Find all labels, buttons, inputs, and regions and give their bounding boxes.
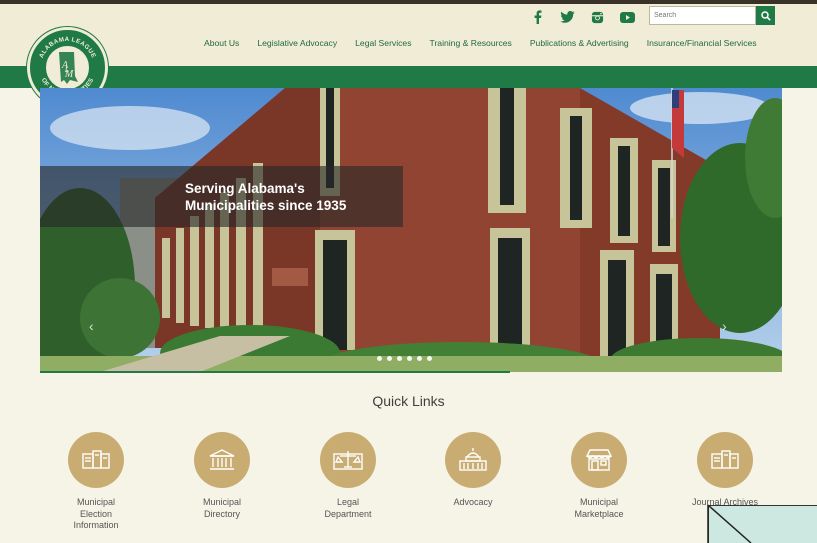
site-header: About Us Legislative Advocacy Legal Serv…	[0, 0, 817, 66]
slider-dots	[377, 356, 432, 361]
slider-dot[interactable]	[427, 356, 432, 361]
quick-link-label: Municipal Marketplace	[574, 497, 624, 519]
hero-caption-line1: Serving Alabama's	[185, 181, 305, 196]
slider-dot[interactable]	[387, 356, 392, 361]
slider-progress-bar	[40, 371, 510, 373]
quick-links-title: Quick Links	[372, 393, 445, 409]
documents-icon	[697, 432, 753, 488]
quick-link-municipal-directory[interactable]: Municipal Directory	[187, 432, 257, 520]
main-nav: About Us Legislative Advocacy Legal Serv…	[204, 38, 757, 48]
slider-prev-arrow[interactable]: ‹	[89, 318, 94, 334]
search-box	[649, 6, 775, 25]
hero-caption: Serving Alabama's Municipalities since 1…	[40, 166, 403, 227]
hero-slider[interactable]	[40, 88, 782, 372]
quick-link-journal-archives[interactable]: Journal Archives	[690, 432, 760, 509]
quick-link-legal-department[interactable]: Legal Department	[313, 432, 383, 520]
youtube-icon[interactable]	[618, 8, 636, 26]
nav-about-us[interactable]: About Us	[204, 38, 239, 48]
cursor-pointer-icon	[707, 504, 752, 543]
scales-icon	[320, 432, 376, 488]
nav-training-resources[interactable]: Training & Resources	[430, 38, 512, 48]
nav-legal-services[interactable]: Legal Services	[355, 38, 411, 48]
top-edge	[0, 0, 817, 4]
facebook-icon[interactable]	[528, 8, 546, 26]
storefront-icon	[571, 432, 627, 488]
twitter-icon[interactable]	[558, 8, 576, 26]
quick-link-election-info[interactable]: Municipal Election Information	[61, 432, 131, 532]
nav-publications-advertising[interactable]: Publications & Advertising	[530, 38, 629, 48]
nav-insurance-financial[interactable]: Insurance/Financial Services	[647, 38, 757, 48]
slider-dot[interactable]	[377, 356, 382, 361]
slider-dot[interactable]	[407, 356, 412, 361]
slider-dot[interactable]	[397, 356, 402, 361]
instagram-icon[interactable]	[588, 8, 606, 26]
svg-text:L: L	[64, 65, 70, 74]
quick-link-label: Advocacy	[453, 497, 493, 507]
quick-link-label: Legal Department	[324, 497, 372, 519]
quick-link-municipal-marketplace[interactable]: Municipal Marketplace	[564, 432, 634, 520]
quick-link-label: Municipal Directory	[202, 497, 242, 519]
search-input[interactable]	[649, 6, 756, 25]
hero-building-photo	[40, 88, 782, 372]
capitol-icon	[445, 432, 501, 488]
search-icon	[760, 10, 771, 21]
search-button[interactable]	[756, 6, 775, 25]
quick-link-advocacy[interactable]: Advocacy	[438, 432, 508, 509]
slider-next-arrow[interactable]: ›	[722, 318, 727, 334]
building-columns-icon	[194, 432, 250, 488]
hero-caption-line2: Municipalities since 1935	[185, 198, 347, 213]
quick-link-label: Municipal Election Information	[73, 497, 119, 530]
social-links	[528, 8, 636, 26]
documents-icon	[68, 432, 124, 488]
slider-dot[interactable]	[417, 356, 422, 361]
header-green-bar	[0, 66, 817, 88]
nav-legislative-advocacy[interactable]: Legislative Advocacy	[257, 38, 337, 48]
